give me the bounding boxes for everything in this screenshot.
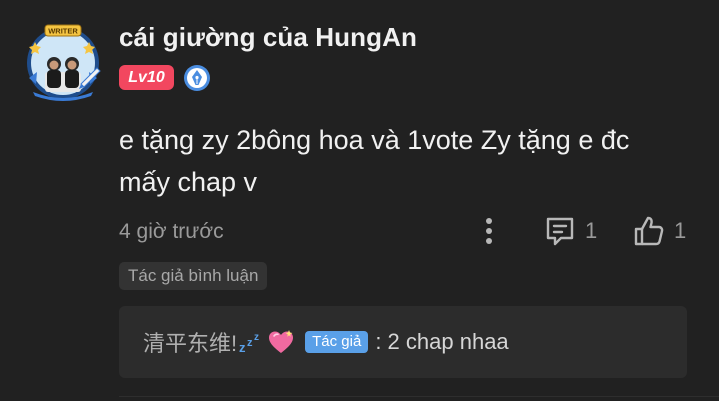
thumbs-up-icon — [634, 216, 664, 246]
avatar[interactable]: WRITER — [23, 22, 103, 102]
svg-text:z: z — [239, 340, 246, 355]
reply-preview[interactable]: 清平东维! z z z Tác giả : 2 chap nhaa — [119, 306, 687, 378]
avatar-frame-label: WRITER — [48, 27, 78, 36]
author-chip: Tác giả — [305, 331, 369, 353]
verified-pen-icon — [183, 64, 211, 92]
reply-count: 1 — [585, 218, 598, 243]
comment-timestamp: 4 giờ trước — [119, 220, 224, 243]
svg-text:z: z — [254, 332, 259, 343]
like-button[interactable]: 1 — [632, 214, 686, 248]
comment-item: WRITER cái giường của HungAn Lv10 e tặng… — [0, 0, 719, 401]
username[interactable]: cái giường của HungAn — [119, 22, 417, 53]
comment-content: e tặng zy 2bông hoa và 1vote Zy tặng e đ… — [119, 125, 630, 197]
level-badge: Lv10 — [119, 65, 174, 90]
heart-icon — [269, 330, 294, 353]
reply-line: 清平东维! z z z Tác giả : 2 chap nhaa — [143, 306, 509, 378]
reply-text: : 2 chap nhaa — [375, 329, 509, 354]
comment-icon — [546, 217, 574, 246]
divider — [119, 396, 719, 397]
more-options-button[interactable] — [474, 215, 504, 247]
sleeping-zzz-icon: z z z — [239, 332, 259, 355]
like-count: 1 — [674, 218, 687, 243]
svg-text:z: z — [247, 337, 253, 349]
reply-button[interactable]: 1 — [543, 214, 597, 248]
author-commented-tag: Tác giả bình luận — [119, 262, 268, 290]
reply-author[interactable]: 清平东维! — [143, 326, 237, 358]
more-vertical-icon — [486, 218, 492, 244]
